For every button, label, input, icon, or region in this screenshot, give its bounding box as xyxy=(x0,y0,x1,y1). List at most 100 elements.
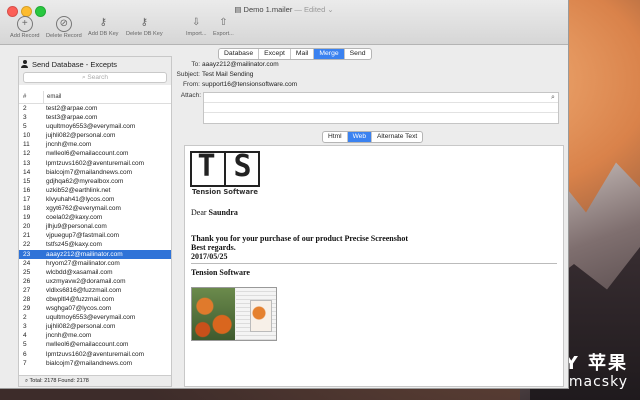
from-value[interactable]: support16@tensionsoftware.com xyxy=(202,81,297,88)
divider xyxy=(191,263,557,264)
list-item[interactable]: 5 uqultmoy6553@everymail.com xyxy=(19,122,171,131)
to-value[interactable]: aaayz212@mailinator.com xyxy=(202,61,279,68)
list-item[interactable]: 29 wsghga07@lycos.com xyxy=(19,304,171,313)
list-item[interactable]: 11 jncnh@me.com xyxy=(19,140,171,149)
row-email: klvyuhah41@lycos.com xyxy=(46,195,115,203)
list-item[interactable]: 5 nwlleol6@emailaccount.com xyxy=(19,340,171,349)
list-item[interactable]: 20 jlhju9@personal.com xyxy=(19,222,171,231)
delete-record-label: Delete Record xyxy=(46,33,82,39)
list-item[interactable]: 13 lpmtzuvs1602@aventuremail.com xyxy=(19,159,171,168)
oranges-photo xyxy=(192,288,235,340)
row-number: 16 xyxy=(23,186,31,194)
list-item[interactable]: 18 xgyt6762@everymail.com xyxy=(19,204,171,213)
list-item[interactable]: 26 uxzmyavw2@doramail.com xyxy=(19,277,171,286)
record-count: Total: 2178 Found: 2178 xyxy=(29,378,89,384)
list-item[interactable]: 27 vldlxs6816@fuzzmail.com xyxy=(19,286,171,295)
row-number: 5 xyxy=(23,123,27,131)
row-email: jlhju9@personal.com xyxy=(46,223,107,231)
delete-record-button[interactable]: ⊘ Delete Record xyxy=(46,16,82,39)
list-item[interactable]: 6 lpmtzuvs1602@aventuremail.com xyxy=(19,350,171,359)
row-number: 2 xyxy=(23,314,27,322)
key-add-icon: ⚷ xyxy=(99,17,107,28)
list-item[interactable]: 12 nwlleol6@emailaccount.com xyxy=(19,149,171,158)
title-bar: ▤ Demo 1.mailer — Edited ⌄ + Add Record … xyxy=(0,0,568,45)
import-button[interactable]: ⇩ Import... xyxy=(186,16,207,38)
row-email: cbwpltl4@fuzzmail.com xyxy=(46,295,115,303)
search-icon: ⌕ xyxy=(25,378,29,384)
list-item[interactable]: 19 coela02@kaxy.com xyxy=(19,213,171,222)
list-item[interactable]: 2 test2@arpae.com xyxy=(19,104,171,113)
add-db-key-label: Add DB Key xyxy=(88,31,119,37)
row-email: uzkib52@earthlink.net xyxy=(46,186,111,194)
row-number: 6 xyxy=(23,350,27,358)
tab-merge[interactable]: Merge xyxy=(314,49,345,59)
list-item[interactable]: 17 klvyuhah41@lycos.com xyxy=(19,195,171,204)
attach-divider xyxy=(204,112,558,113)
format-tab-alternate-text[interactable]: Alternate Text xyxy=(372,132,422,142)
list-item[interactable]: 14 bialcojm7@mailandnews.com xyxy=(19,168,171,177)
attachments-field[interactable]: ⌕ xyxy=(203,92,559,124)
delete-db-key-label: Delete DB Key xyxy=(126,31,163,37)
row-number: 27 xyxy=(23,286,31,294)
row-number: 3 xyxy=(23,323,27,331)
tab-except[interactable]: Except xyxy=(259,49,291,59)
list-item[interactable]: 25 wlcbdd@xasamail.com xyxy=(19,268,171,277)
row-email: bialcojm7@mailandnews.com xyxy=(46,359,133,367)
export-button[interactable]: ⇧ Export... xyxy=(213,16,234,38)
email-list: 2 test2@arpae.com 3 test3@arpae.com 5 uqultmo… xyxy=(19,104,171,368)
row-email: vjpuegup7@fastmail.com xyxy=(46,232,120,240)
list-item[interactable]: 15 gdjhqa62@myrealbox.com xyxy=(19,177,171,186)
list-item[interactable]: 24 hryom27@mailinator.com xyxy=(19,259,171,268)
row-email: tstfsz45@kaxy.com xyxy=(46,241,102,249)
format-tab-web[interactable]: Web xyxy=(347,132,373,142)
delete-db-key-button[interactable]: ⚷ Delete DB Key xyxy=(126,16,163,38)
plus-icon: + xyxy=(16,16,33,32)
to-label: To: xyxy=(191,61,200,68)
row-number: 10 xyxy=(23,132,31,140)
row-email: coela02@kaxy.com xyxy=(46,214,103,222)
list-item[interactable]: 21 vjpuegup7@fastmail.com xyxy=(19,231,171,240)
list-item[interactable]: 16 uzkib52@earthlink.net xyxy=(19,186,171,195)
list-item[interactable]: 23 aaayz212@mailinator.com xyxy=(19,249,171,259)
row-email: wlcbdd@xasamail.com xyxy=(46,268,113,276)
list-item[interactable]: 4 jncnh@me.com xyxy=(19,331,171,340)
row-email: aaayz212@mailinator.com xyxy=(46,250,123,258)
edited-indicator[interactable]: — Edited ⌄ xyxy=(294,5,333,14)
logo-letter-t: T xyxy=(197,149,216,184)
attach-label: Attach: xyxy=(180,92,201,99)
row-email: uqultmoy6553@everymail.com xyxy=(46,123,136,131)
row-number: 2 xyxy=(23,105,27,112)
column-header-number[interactable]: # xyxy=(19,91,43,103)
add-record-button[interactable]: + Add Record xyxy=(10,16,40,39)
import-icon: ⇩ xyxy=(192,17,201,28)
row-number: 26 xyxy=(23,277,31,285)
add-db-key-button[interactable]: ⚷ Add DB Key xyxy=(88,16,119,38)
format-tab-html[interactable]: Html xyxy=(323,132,348,142)
row-email: uxzmyavw2@doramail.com xyxy=(46,277,126,285)
subject-value[interactable]: Test Mail Sending xyxy=(202,71,253,78)
add-record-label: Add Record xyxy=(10,33,40,39)
row-number: 24 xyxy=(23,259,31,267)
list-item[interactable]: 3 test3@arpae.com xyxy=(19,113,171,122)
tab-send[interactable]: Send xyxy=(345,49,371,59)
list-item[interactable]: 10 jujhli082@personal.com xyxy=(19,131,171,140)
list-item[interactable]: 28 cbwpltl4@fuzzmail.com xyxy=(19,295,171,304)
document-icon: ▤ xyxy=(234,5,242,14)
tab-database[interactable]: Database xyxy=(219,49,260,59)
list-item[interactable]: 3 jujhli082@personal.com xyxy=(19,322,171,331)
tab-mail[interactable]: Mail xyxy=(291,49,315,59)
list-item[interactable]: 2 uqultmoy6553@everymail.com xyxy=(19,313,171,322)
app-window: ▤ Demo 1.mailer — Edited ⌄ + Add Record … xyxy=(0,0,569,389)
list-item[interactable]: 7 bialcojm7@mailandnews.com xyxy=(19,359,171,368)
row-number: 20 xyxy=(23,223,31,231)
search-icon[interactable]: ⌕ xyxy=(549,94,557,102)
database-sidebar: Send Database - Excepts ⌕ Search # email… xyxy=(18,56,172,387)
row-email: test3@arpae.com xyxy=(46,114,98,122)
row-email: bialcojm7@mailandnews.com xyxy=(46,168,133,176)
message-preview[interactable]: T S Tension Software Dear Saundra Thank … xyxy=(184,145,564,387)
list-item[interactable]: 22 tstfsz45@kaxy.com xyxy=(19,240,171,249)
column-header-email[interactable]: email xyxy=(43,91,171,103)
greeting: Dear Saundra xyxy=(191,208,238,217)
thanks-text: Thank you for your purchase of our produ… xyxy=(191,234,408,243)
search-input[interactable]: ⌕ Search xyxy=(23,72,167,83)
